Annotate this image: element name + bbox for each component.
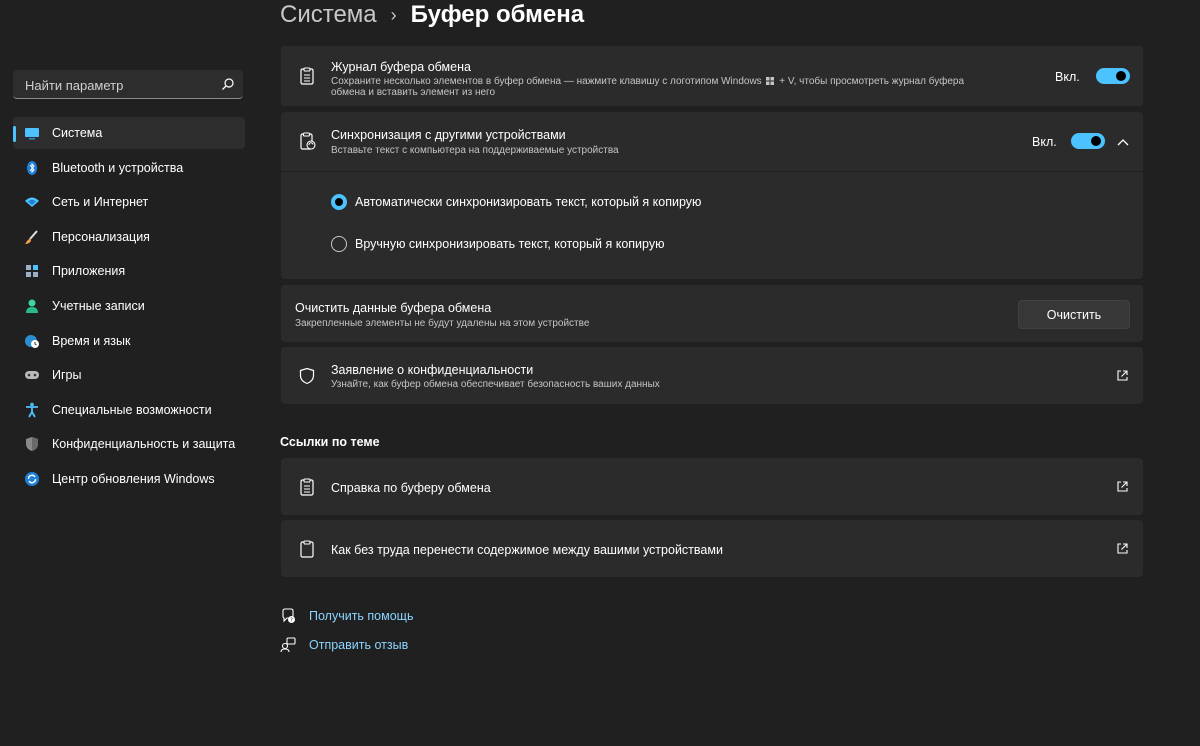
sidebar-item-label: Сеть и Интернет bbox=[52, 195, 149, 210]
clipboard-icon bbox=[300, 540, 314, 558]
sidebar-item-time-language[interactable]: Время и язык bbox=[13, 325, 245, 357]
external-link-icon bbox=[1117, 481, 1128, 492]
sync-description: Вставьте текст с компьютера на поддержив… bbox=[331, 145, 619, 156]
radio-auto-sync[interactable] bbox=[331, 194, 347, 210]
shield-icon bbox=[24, 436, 40, 452]
clear-title: Очистить данные буфера обмена bbox=[295, 301, 492, 315]
sidebar-item-windows-update[interactable]: Центр обновления Windows bbox=[13, 463, 245, 495]
sidebar-item-system[interactable]: Система bbox=[13, 117, 245, 149]
sidebar-item-privacy[interactable]: Конфиденциальность и защита bbox=[13, 428, 245, 460]
sidebar-item-label: Центр обновления Windows bbox=[52, 471, 215, 486]
chevron-right-icon: › bbox=[390, 4, 397, 25]
sidebar-item-network[interactable]: Сеть и Интернет bbox=[13, 186, 245, 218]
get-help-label: Получить помощь bbox=[309, 609, 414, 623]
active-indicator bbox=[13, 126, 16, 142]
globe-clock-icon bbox=[24, 333, 40, 349]
related-link-transfer-content[interactable]: Как без труда перенести содержимое между… bbox=[281, 520, 1143, 577]
gamepad-icon bbox=[24, 367, 40, 383]
sidebar-item-label: Приложения bbox=[52, 264, 126, 279]
sidebar-item-label: Bluetooth и устройства bbox=[52, 160, 184, 175]
search-box[interactable] bbox=[13, 70, 243, 100]
sync-toggle[interactable] bbox=[1071, 133, 1105, 149]
sidebar-item-personalization[interactable]: Персонализация bbox=[13, 221, 245, 253]
breadcrumb: Система › Буфер обмена bbox=[280, 0, 584, 32]
search-icon[interactable] bbox=[221, 77, 235, 91]
sidebar-item-label: Специальные возможности bbox=[52, 402, 212, 417]
feedback-icon bbox=[280, 637, 296, 653]
clipboard-list-icon bbox=[300, 478, 314, 496]
brush-icon bbox=[24, 229, 40, 245]
chevron-up-icon[interactable] bbox=[1116, 135, 1130, 149]
sidebar-item-bluetooth[interactable]: Bluetooth и устройства bbox=[13, 152, 245, 184]
sidebar-nav: Система Bluetooth и устройства Сеть и Ин… bbox=[13, 117, 245, 498]
accessibility-icon bbox=[24, 402, 40, 418]
sidebar-item-apps[interactable]: Приложения bbox=[13, 255, 245, 287]
related-link-label: Как без труда перенести содержимое между… bbox=[331, 543, 723, 557]
clipboard-history-card: Журнал буфера обмена Сохраните несколько… bbox=[281, 46, 1143, 106]
breadcrumb-parent[interactable]: Система bbox=[280, 1, 377, 29]
external-link-icon bbox=[1117, 543, 1128, 554]
clipboard-history-state-label: Вкл. bbox=[1055, 70, 1080, 84]
related-links-heading: Ссылки по теме bbox=[280, 435, 380, 449]
shield-outline-icon bbox=[299, 367, 315, 385]
help-chat-icon: ? bbox=[282, 608, 295, 624]
sidebar-item-label: Учетные записи bbox=[52, 298, 145, 313]
clipboard-history-description-part1: Сохраните несколько элементов в буфер об… bbox=[331, 76, 762, 87]
toggle-knob bbox=[1116, 71, 1126, 81]
page-title: Буфер обмена bbox=[410, 1, 585, 28]
related-link-clipboard-help[interactable]: Справка по буферу обмена bbox=[281, 458, 1143, 515]
privacy-description: Узнайте, как буфер обмена обеспечивает б… bbox=[331, 379, 660, 390]
sidebar-item-accessibility[interactable]: Специальные возможности bbox=[13, 394, 245, 426]
privacy-statement-card[interactable]: Заявление о конфиденциальности Узнайте, … bbox=[281, 347, 1143, 404]
clipboard-history-description: Сохраните несколько элементов в буфер об… bbox=[331, 76, 971, 98]
external-link-icon bbox=[1117, 370, 1128, 381]
clipboard-list-icon bbox=[300, 67, 314, 85]
clear-card: Очистить данные буфера обмена Закрепленн… bbox=[281, 285, 1143, 342]
sidebar-item-label: Персонализация bbox=[52, 229, 150, 244]
person-icon bbox=[24, 298, 40, 314]
monitor-icon bbox=[24, 125, 40, 141]
clipboard-sync-icon bbox=[300, 132, 316, 150]
radio-manual-sync-label: Вручную синхронизировать текст, который … bbox=[355, 237, 665, 251]
send-feedback-link[interactable]: Отправить отзыв bbox=[280, 636, 408, 654]
update-icon bbox=[24, 471, 40, 487]
wifi-icon bbox=[24, 194, 40, 210]
sync-card: Синхронизация с другими устройствами Вст… bbox=[281, 112, 1143, 279]
divider bbox=[281, 171, 1143, 172]
svg-text:?: ? bbox=[290, 618, 293, 624]
sync-state-label: Вкл. bbox=[1032, 135, 1057, 149]
search-input[interactable] bbox=[23, 70, 217, 100]
sidebar-item-gaming[interactable]: Игры bbox=[13, 359, 245, 391]
sidebar-item-label: Игры bbox=[52, 368, 82, 383]
radio-manual-sync[interactable] bbox=[331, 236, 347, 252]
sync-title: Синхронизация с другими устройствами bbox=[331, 128, 566, 142]
clipboard-history-toggle[interactable] bbox=[1096, 68, 1130, 84]
apps-icon bbox=[24, 263, 40, 279]
toggle-knob bbox=[1091, 136, 1101, 146]
clipboard-history-title: Журнал буфера обмена bbox=[331, 60, 471, 74]
windows-logo-icon bbox=[766, 77, 775, 85]
related-link-label: Справка по буферу обмена bbox=[331, 481, 491, 495]
sidebar-item-label: Конфиденциальность и защита bbox=[52, 437, 236, 452]
radio-auto-sync-label: Автоматически синхронизировать текст, ко… bbox=[355, 195, 702, 209]
clear-description: Закрепленные элементы не будут удалены н… bbox=[295, 318, 590, 329]
get-help-link[interactable]: ? Получить помощь bbox=[280, 607, 413, 625]
sidebar-item-label: Система bbox=[52, 126, 103, 140]
privacy-title: Заявление о конфиденциальности bbox=[331, 363, 534, 377]
clear-button[interactable]: Очистить bbox=[1018, 300, 1130, 329]
send-feedback-label: Отправить отзыв bbox=[309, 638, 409, 652]
sidebar-item-accounts[interactable]: Учетные записи bbox=[13, 290, 245, 322]
bluetooth-icon bbox=[24, 160, 40, 176]
sidebar-item-label: Время и язык bbox=[52, 333, 131, 348]
